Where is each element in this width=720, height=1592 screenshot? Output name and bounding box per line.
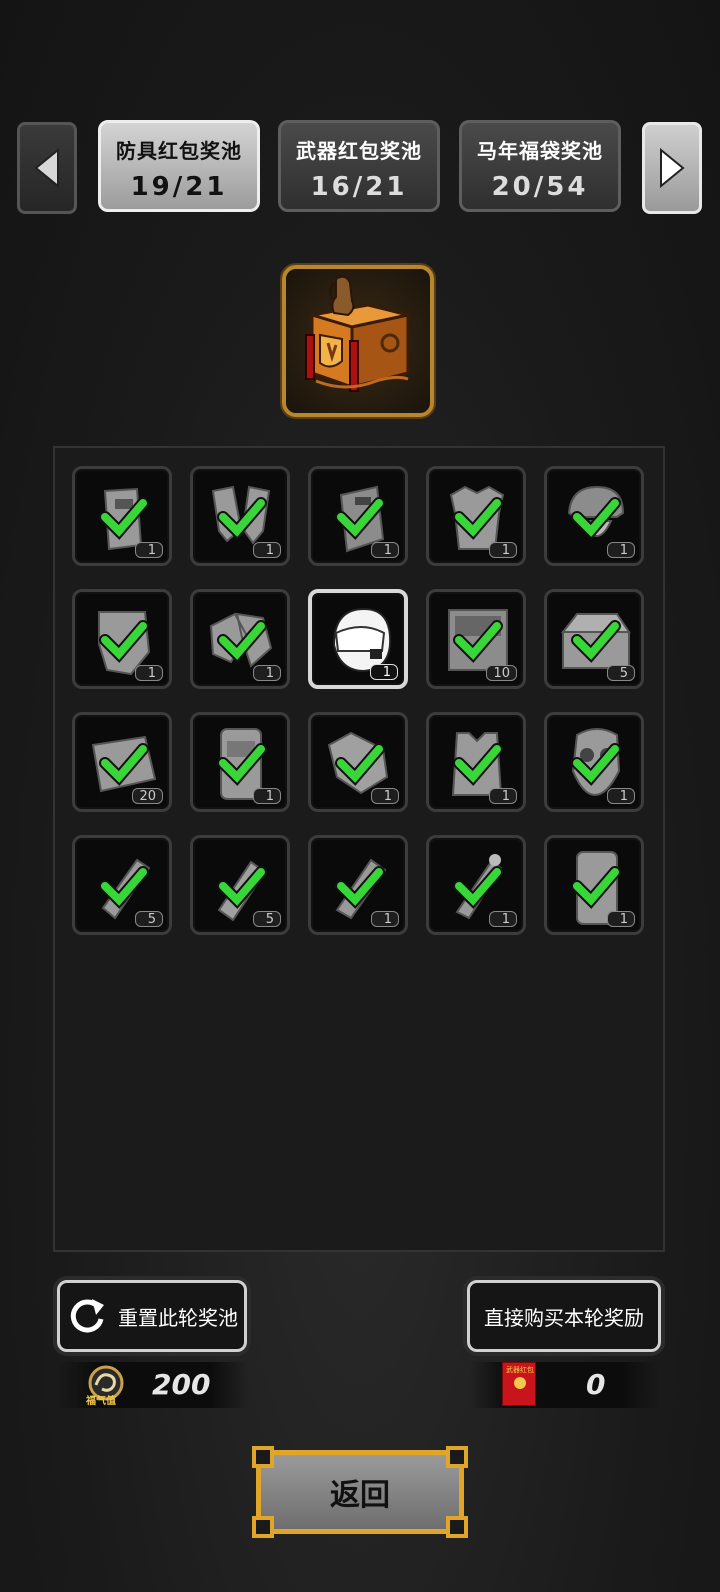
reset-pool-button[interactable]: 重置此轮奖池 <box>57 1280 247 1352</box>
corner-ornament <box>252 1516 274 1538</box>
reward-slot[interactable]: 1 <box>190 589 290 689</box>
tab-title: 马年福袋奖池 <box>477 139 603 163</box>
tab-weapon-pool[interactable]: 武器红包奖池 16/21 <box>278 120 440 212</box>
reward-slot[interactable]: 1 <box>308 712 408 812</box>
reward-slot[interactable]: 1 <box>544 835 644 935</box>
item-quantity: 5 <box>135 911 163 927</box>
item-quantity: 5 <box>607 665 635 681</box>
item-quantity: 1 <box>253 788 281 804</box>
reward-slot[interactable]: 1 <box>72 589 172 689</box>
reward-slot[interactable]: 1 <box>426 712 526 812</box>
envelope-badge-label: 武器红包 <box>506 1366 534 1374</box>
tab-count: 20/54 <box>491 172 589 202</box>
item-quantity: 1 <box>607 788 635 804</box>
corner-ornament <box>252 1446 274 1468</box>
corner-ornament <box>446 1446 468 1468</box>
reward-chest[interactable] <box>282 265 434 417</box>
reward-slot[interactable]: 1 <box>308 835 408 935</box>
item-quantity: 1 <box>489 542 517 558</box>
reward-slot[interactable]: 1 <box>544 466 644 566</box>
chevron-left-icon <box>34 148 59 188</box>
tab-count: 19/21 <box>130 172 228 202</box>
chevron-right-icon <box>660 148 685 188</box>
prev-pool-button[interactable] <box>17 122 77 214</box>
tab-title: 武器红包奖池 <box>296 139 422 163</box>
item-quantity: 5 <box>253 911 281 927</box>
reward-slot[interactable]: 1 <box>190 712 290 812</box>
buy-round-rewards-button[interactable]: 直接购买本轮奖励 <box>467 1280 661 1352</box>
reward-slot[interactable]: 1 <box>426 466 526 566</box>
item-quantity: 20 <box>132 788 163 804</box>
corner-ornament <box>446 1516 468 1538</box>
red-envelope-icon: 武器红包 <box>502 1362 536 1406</box>
reward-slot[interactable]: 1 <box>72 466 172 566</box>
reward-slot[interactable]: 1 <box>426 835 526 935</box>
item-quantity: 1 <box>607 911 635 927</box>
item-quantity: 1 <box>489 788 517 804</box>
refresh-icon <box>70 1299 104 1333</box>
buy-round-rewards-label: 直接购买本轮奖励 <box>484 1305 644 1330</box>
reward-slot[interactable]: 5 <box>72 835 172 935</box>
reward-slot[interactable]: 1 <box>544 712 644 812</box>
treasure-chest-icon <box>305 275 410 392</box>
tab-horse-year-pool[interactable]: 马年福袋奖池 20/54 <box>459 120 621 212</box>
item-quantity: 1 <box>135 665 163 681</box>
envelope-count: 0 <box>586 1368 606 1401</box>
tab-armor-pool[interactable]: 防具红包奖池 19/21 <box>98 120 260 212</box>
item-quantity: 10 <box>486 665 517 681</box>
tab-title: 防具红包奖池 <box>116 139 242 163</box>
envelope-counter: 武器红包 0 <box>470 1362 660 1408</box>
tab-count: 16/21 <box>310 172 408 202</box>
reward-slot[interactable]: 1 <box>308 589 408 689</box>
reward-slot[interactable]: 1 <box>190 466 290 566</box>
item-quantity: 1 <box>607 542 635 558</box>
back-button[interactable]: 返回 <box>256 1450 464 1534</box>
item-quantity: 1 <box>370 664 398 680</box>
luck-value-counter: 福气值 200 <box>58 1362 248 1408</box>
item-quantity: 1 <box>371 911 399 927</box>
reward-slot[interactable]: 20 <box>72 712 172 812</box>
item-quantity: 1 <box>135 542 163 558</box>
item-quantity: 1 <box>371 542 399 558</box>
luck-value-label: 福气值 <box>86 1396 116 1407</box>
item-quantity: 1 <box>371 788 399 804</box>
reward-slot[interactable]: 5 <box>544 589 644 689</box>
next-pool-button[interactable] <box>642 122 702 214</box>
item-quantity: 1 <box>253 665 281 681</box>
back-button-label: 返回 <box>330 1478 390 1513</box>
reward-slot[interactable]: 1 <box>308 466 408 566</box>
reward-slot[interactable]: 10 <box>426 589 526 689</box>
item-quantity: 1 <box>489 911 517 927</box>
reward-slot[interactable]: 5 <box>190 835 290 935</box>
luck-value-number: 200 <box>152 1368 211 1401</box>
reset-pool-label: 重置此轮奖池 <box>118 1305 238 1330</box>
item-quantity: 1 <box>253 542 281 558</box>
